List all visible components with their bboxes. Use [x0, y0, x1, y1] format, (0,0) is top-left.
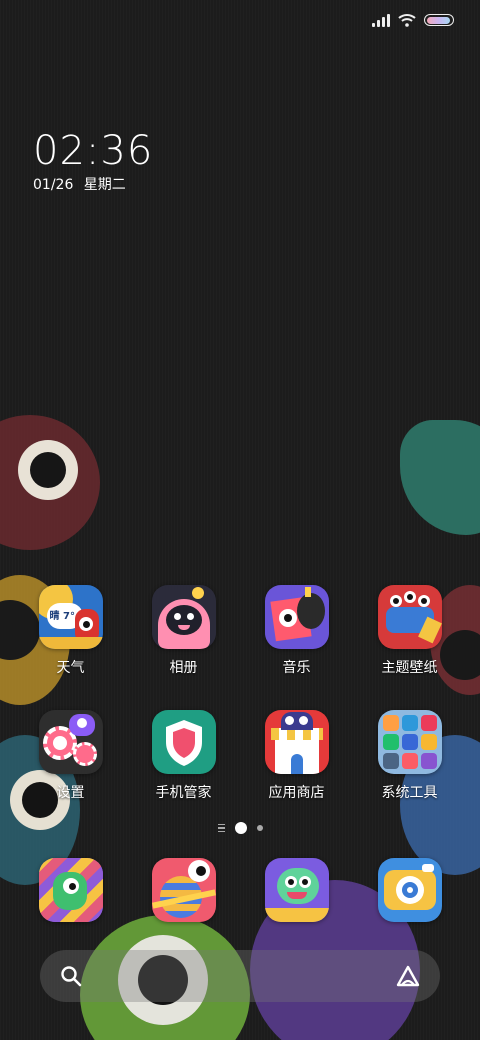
app-label: 音乐	[282, 660, 311, 676]
app-grid-row-2: 设置 手机管家 应用商店 系统工具	[14, 710, 466, 802]
search-bar[interactable]	[40, 950, 440, 1002]
dock-phone[interactable]	[14, 858, 127, 922]
phone-icon	[38, 858, 103, 922]
app-grid-row-1: 晴 7° 天气 相册 音乐 主题壁纸	[14, 585, 466, 677]
browser-icon	[151, 858, 216, 922]
page-dot	[256, 825, 263, 831]
settings-icon	[38, 710, 103, 774]
assistant-icon[interactable]	[396, 965, 420, 987]
dock-messages[interactable]	[240, 858, 353, 922]
app-weather[interactable]: 晴 7° 天气	[14, 585, 127, 677]
app-settings[interactable]: 设置	[14, 710, 127, 802]
clock-widget[interactable]: 02:36 01/26 星期二	[33, 128, 153, 194]
app-label: 应用商店	[268, 785, 325, 801]
weather-icon: 晴 7°	[38, 585, 103, 649]
status-bar	[372, 10, 454, 30]
app-store-icon	[264, 710, 329, 774]
system-tools-folder-icon	[377, 710, 442, 774]
battery-icon	[424, 14, 454, 26]
page-indicator[interactable]	[0, 822, 480, 834]
dock-browser[interactable]	[127, 858, 240, 922]
search-icon[interactable]	[60, 965, 82, 987]
weather-badge: 晴 7°	[49, 611, 75, 622]
dock	[14, 858, 466, 922]
app-themes[interactable]: 主题壁纸	[353, 585, 466, 677]
app-label: 设置	[56, 785, 85, 801]
page-dot-current	[234, 822, 247, 834]
signal-bars-icon	[372, 13, 390, 27]
app-label: 手机管家	[155, 785, 212, 801]
app-music[interactable]: 音乐	[240, 585, 353, 677]
messages-icon	[264, 858, 329, 922]
folder-system-tools[interactable]: 系统工具	[353, 710, 466, 802]
app-label: 系统工具	[381, 785, 438, 801]
app-label: 相册	[169, 660, 198, 676]
clock-date: 01/26 星期二	[33, 177, 126, 193]
security-icon	[151, 710, 216, 774]
camera-icon	[377, 858, 442, 922]
app-security[interactable]: 手机管家	[127, 710, 240, 802]
music-icon	[264, 585, 329, 649]
wifi-icon	[398, 14, 416, 27]
app-gallery[interactable]: 相册	[127, 585, 240, 677]
themes-icon	[377, 585, 442, 649]
page-list-icon	[217, 823, 225, 833]
app-store[interactable]: 应用商店	[240, 710, 353, 802]
dock-camera[interactable]	[353, 858, 466, 922]
clock-time: 02:36	[33, 128, 154, 174]
app-label: 天气	[56, 660, 85, 676]
gallery-icon	[151, 585, 216, 649]
app-label: 主题壁纸	[381, 660, 438, 676]
